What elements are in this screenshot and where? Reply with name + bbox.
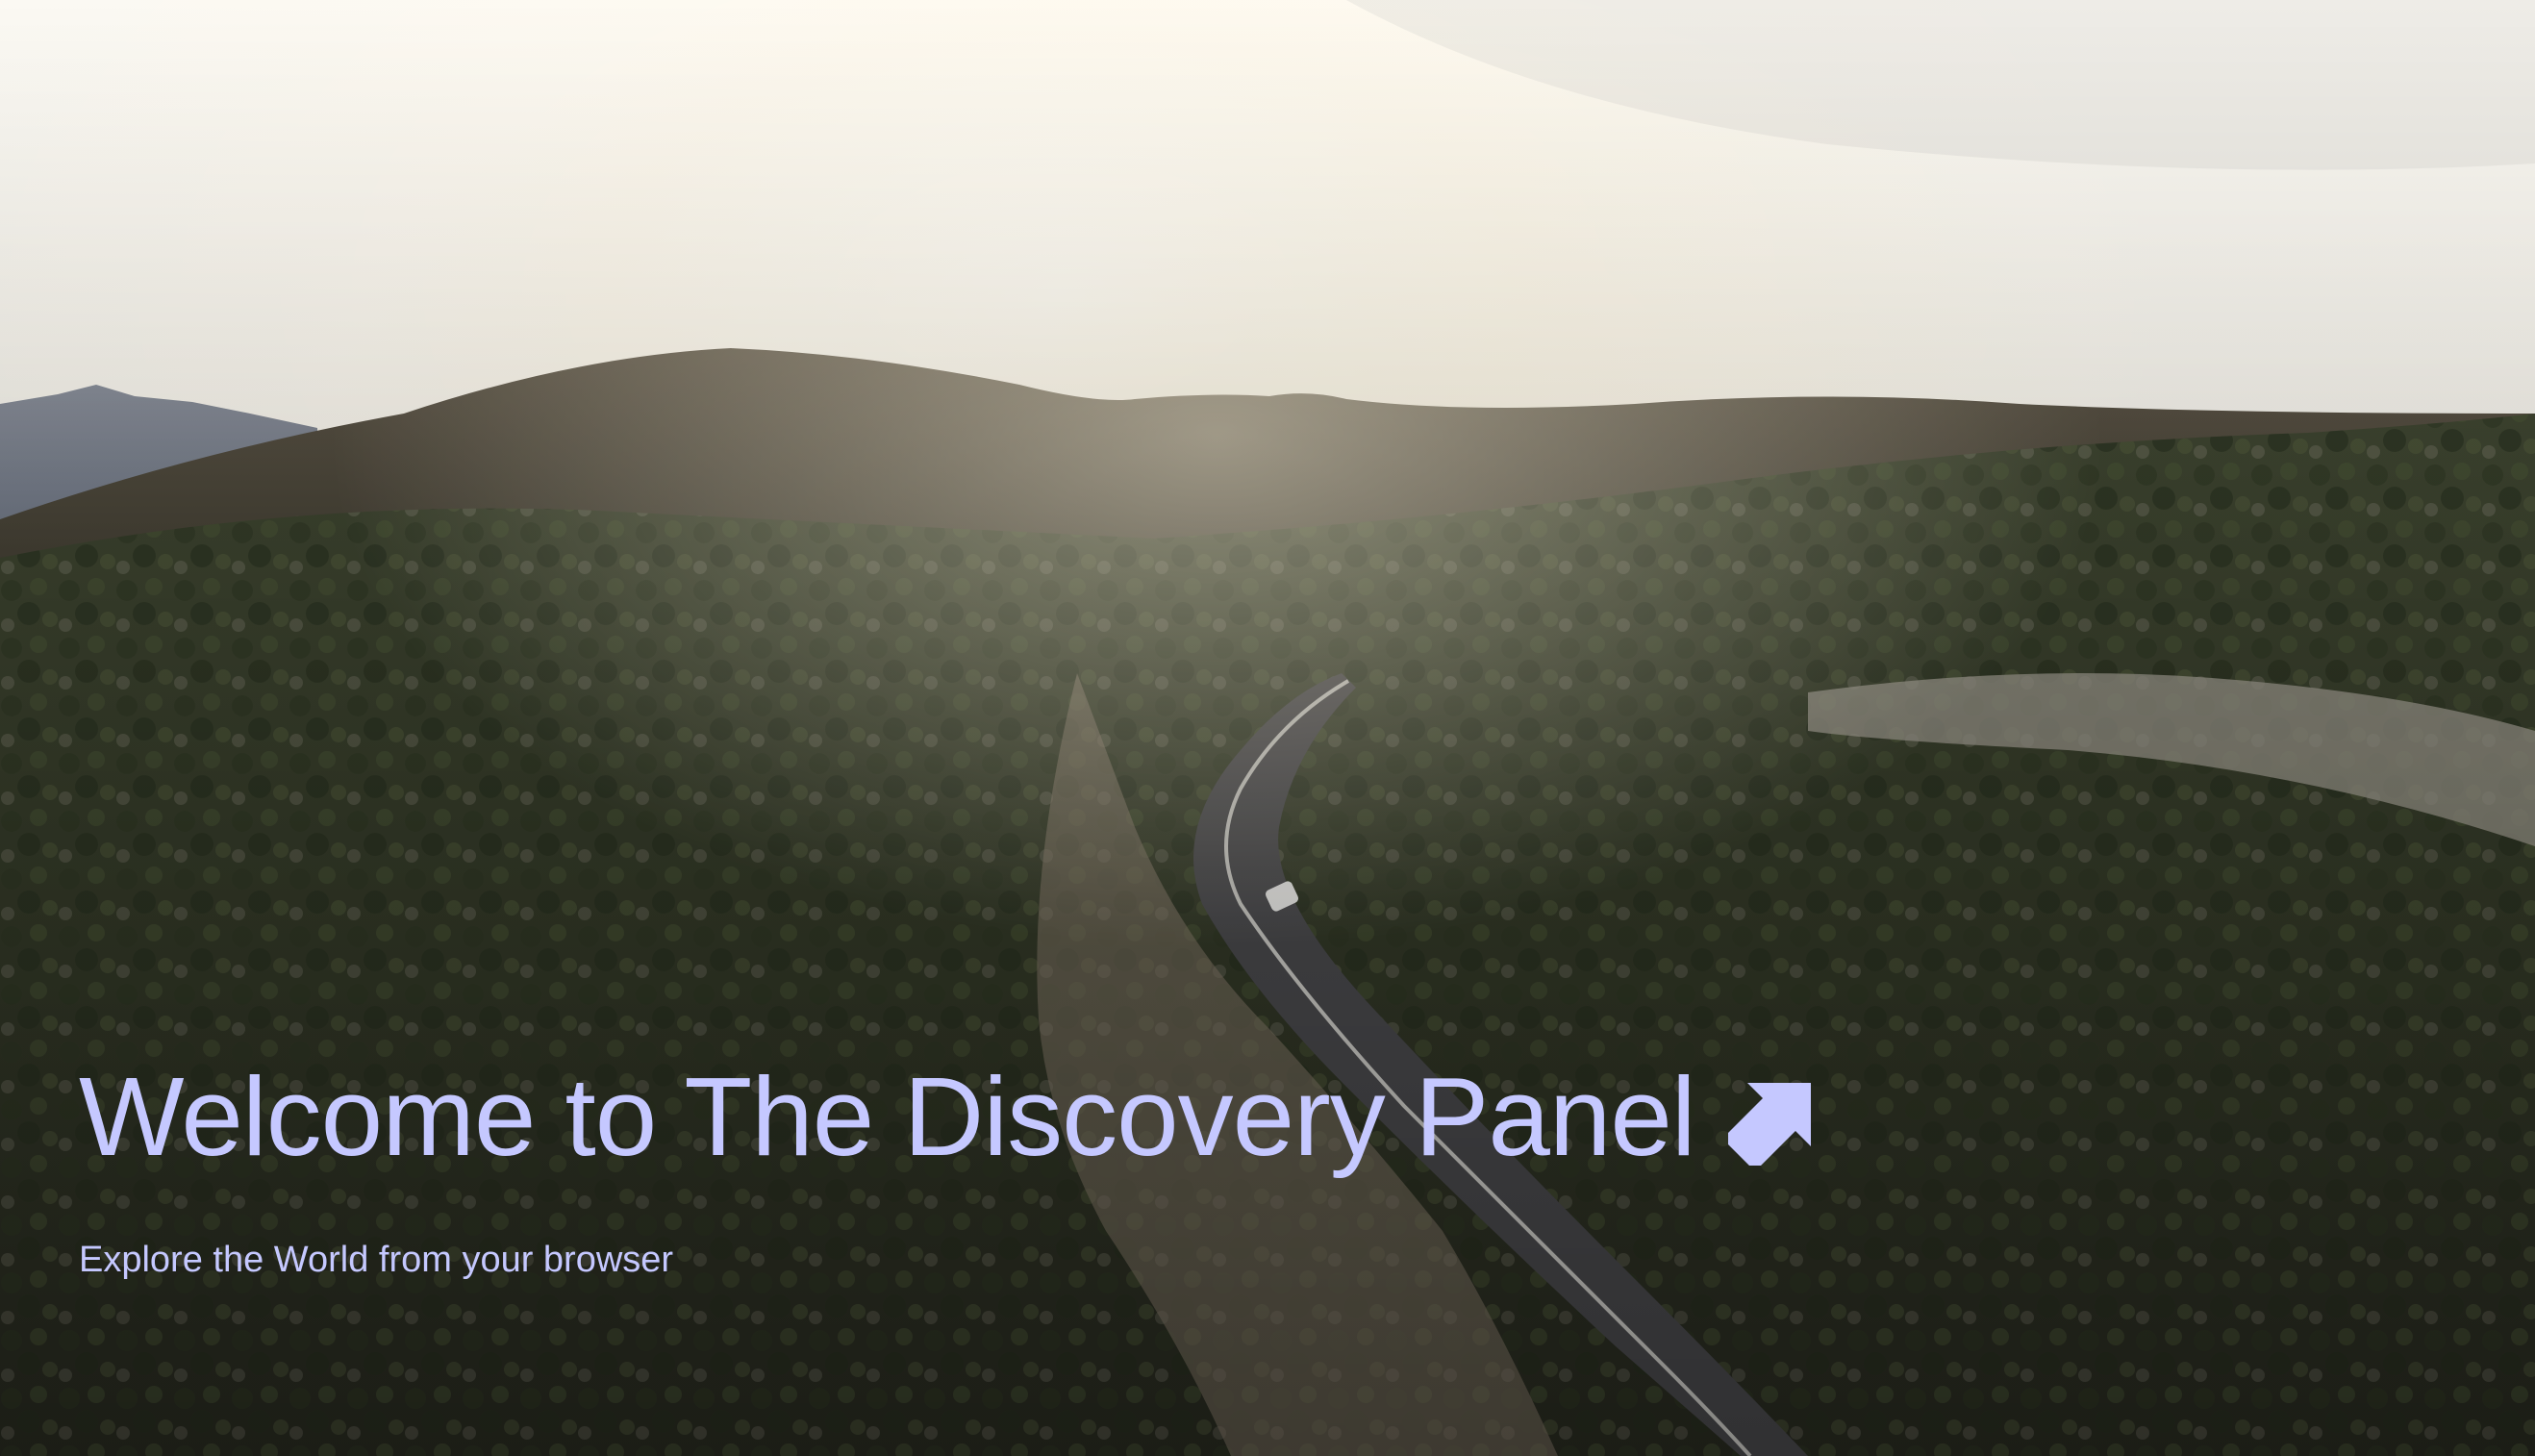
hero-section: Welcome to The Discovery Panel Explore t… xyxy=(0,0,2535,1456)
arrow-up-right-icon[interactable] xyxy=(1727,1077,1817,1166)
hero-content: Welcome to The Discovery Panel Explore t… xyxy=(79,1054,2195,1282)
hero-title: Welcome to The Discovery Panel xyxy=(79,1054,1696,1179)
hero-title-row: Welcome to The Discovery Panel xyxy=(79,1054,2195,1179)
hero-subtitle: Explore the World from your browser xyxy=(79,1239,674,1280)
